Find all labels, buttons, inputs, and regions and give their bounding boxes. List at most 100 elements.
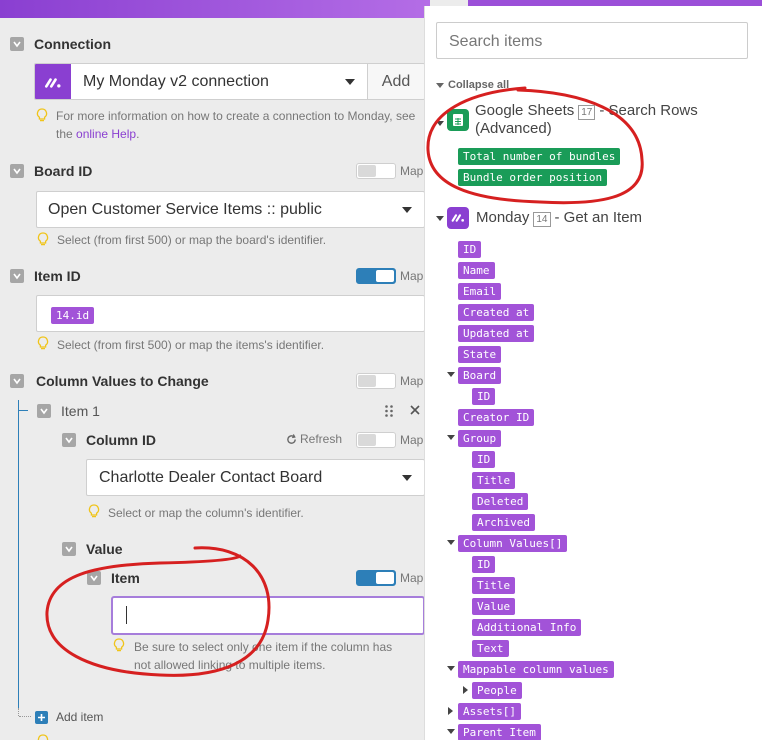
lightbulb-icon	[36, 108, 48, 122]
output-item[interactable]: Bundle order position	[458, 169, 608, 186]
output-item[interactable]: Additional Info	[472, 619, 582, 636]
google-sheets-icon	[447, 109, 469, 131]
output-item[interactable]: ID	[458, 241, 482, 258]
module-name: Google Sheets	[475, 102, 575, 119]
output-item[interactable]: Title	[472, 472, 516, 489]
lightbulb-icon	[88, 504, 100, 518]
column-id-value: Charlotte Dealer Contact Board	[99, 469, 323, 486]
output-item[interactable]: Mappable column values	[458, 661, 614, 678]
collapse-board-toggle[interactable]	[10, 164, 24, 178]
output-item[interactable]: Name	[458, 262, 495, 279]
expand-group-caret[interactable]	[447, 435, 455, 440]
connection-hint: For more information on how to create a …	[56, 109, 416, 141]
chevron-down-icon	[13, 168, 21, 175]
collapse-item-id-toggle[interactable]	[10, 269, 24, 283]
module-action: - Get an Item	[554, 209, 643, 226]
collapse-value-toggle[interactable]	[62, 542, 76, 556]
column-values-map-label: Map	[400, 374, 424, 388]
drag-handle-icon[interactable]	[384, 404, 394, 418]
item-id-label: Item ID	[34, 268, 81, 284]
output-item[interactable]: State	[458, 346, 502, 363]
item-id-map-toggle[interactable]	[356, 268, 396, 284]
output-item[interactable]: Archived	[472, 514, 535, 531]
connection-select[interactable]: My Monday v2 connection Add	[34, 63, 425, 100]
board-id-value: Open Customer Service Items :: public	[48, 201, 322, 218]
collapse-column-id-toggle[interactable]	[62, 433, 76, 447]
output-item[interactable]: ID	[472, 388, 496, 405]
refresh-icon	[287, 433, 296, 444]
column-id-select[interactable]: Charlotte Dealer Contact Board	[86, 459, 425, 496]
output-item[interactable]: ID	[472, 556, 496, 573]
google-sheets-module-title[interactable]: Google Sheets 17- Search Rows (Advanced)	[475, 102, 698, 138]
monday-module-title[interactable]: Monday 14- Get an Item	[476, 209, 642, 227]
add-connection-label: Add	[381, 72, 411, 90]
collapse-connection-toggle[interactable]	[10, 37, 24, 51]
expand-google-sheets-caret[interactable]	[436, 121, 444, 126]
output-item[interactable]: Text	[472, 640, 509, 657]
output-item[interactable]: Updated at	[458, 325, 535, 342]
item-id-input[interactable]: 14.id	[36, 295, 425, 332]
output-item[interactable]: People	[472, 682, 522, 699]
refresh-button[interactable]: Refresh	[286, 432, 342, 446]
add-connection-button[interactable]: Add	[368, 64, 424, 99]
value-label: Value	[86, 541, 123, 557]
monday-logo-icon	[35, 64, 71, 99]
expand-monday-caret[interactable]	[436, 216, 444, 221]
add-item-button[interactable]: Add item	[35, 710, 103, 724]
item-map-toggle[interactable]	[356, 570, 396, 586]
expand-parent-item-caret[interactable]	[447, 729, 455, 734]
column-values-map-toggle[interactable]	[356, 373, 396, 389]
output-item[interactable]: Deleted	[472, 493, 529, 510]
item-value-input[interactable]	[111, 596, 425, 635]
output-item[interactable]: Parent Item	[458, 724, 541, 740]
column-id-label: Column ID	[86, 432, 156, 448]
output-item[interactable]: Email	[458, 283, 502, 300]
collapse-column-values-toggle[interactable]	[10, 374, 24, 388]
column-id-map-label: Map	[400, 433, 424, 447]
collapse-item-1-toggle[interactable]	[37, 404, 51, 418]
online-help-link[interactable]: online Help	[76, 127, 136, 141]
expand-column-values-caret[interactable]	[447, 540, 455, 545]
text-cursor	[126, 606, 127, 624]
column-id-map-toggle[interactable]	[356, 432, 396, 448]
collapse-all-button[interactable]: Collapse all	[436, 79, 509, 91]
array-tree-line	[18, 400, 19, 710]
chevron-down-icon	[65, 437, 73, 444]
output-item[interactable]: ID	[472, 451, 496, 468]
dropdown-caret-icon	[402, 207, 412, 213]
expand-assets-caret[interactable]	[448, 707, 453, 715]
expand-board-caret[interactable]	[447, 372, 455, 377]
mapped-token[interactable]: 14.id	[51, 307, 95, 324]
board-id-select[interactable]: Open Customer Service Items :: public	[36, 191, 425, 228]
output-item[interactable]: Assets[]	[458, 703, 521, 720]
lightbulb-icon	[37, 734, 49, 740]
output-item[interactable]: Group	[458, 430, 502, 447]
item-map-label: Map	[400, 571, 424, 585]
item-1-label: Item 1	[61, 403, 100, 419]
connection-value: My Monday v2 connection	[83, 72, 269, 90]
module-action: - Search Rows	[599, 102, 698, 119]
board-id-label: Board ID	[34, 163, 93, 179]
output-item[interactable]: Total number of bundles	[458, 148, 621, 165]
close-icon[interactable]	[410, 405, 420, 415]
dropdown-caret-icon	[345, 79, 355, 85]
expand-people-caret[interactable]	[463, 686, 468, 694]
expand-mappable-caret[interactable]	[447, 666, 455, 671]
module-action-suffix: (Advanced)	[475, 120, 552, 137]
output-item[interactable]: Column Values[]	[458, 535, 568, 552]
module-name: Monday	[476, 209, 530, 226]
lightbulb-icon	[113, 638, 125, 652]
refresh-label: Refresh	[300, 432, 343, 446]
collapse-item-toggle[interactable]	[87, 571, 101, 585]
output-item[interactable]: Creator ID	[458, 409, 535, 426]
column-id-hint: Select or map the column's identifier.	[108, 506, 304, 520]
dropdown-caret-icon	[402, 475, 412, 481]
output-item[interactable]: Title	[472, 577, 516, 594]
output-item[interactable]: Board	[458, 367, 502, 384]
column-values-label: Column Values to Change	[36, 373, 209, 389]
output-item[interactable]: Created at	[458, 304, 535, 321]
search-items-input[interactable]: Search items	[436, 22, 748, 59]
output-item[interactable]: Value	[472, 598, 516, 615]
board-map-toggle[interactable]	[356, 163, 396, 179]
module-count: 14	[533, 212, 551, 227]
